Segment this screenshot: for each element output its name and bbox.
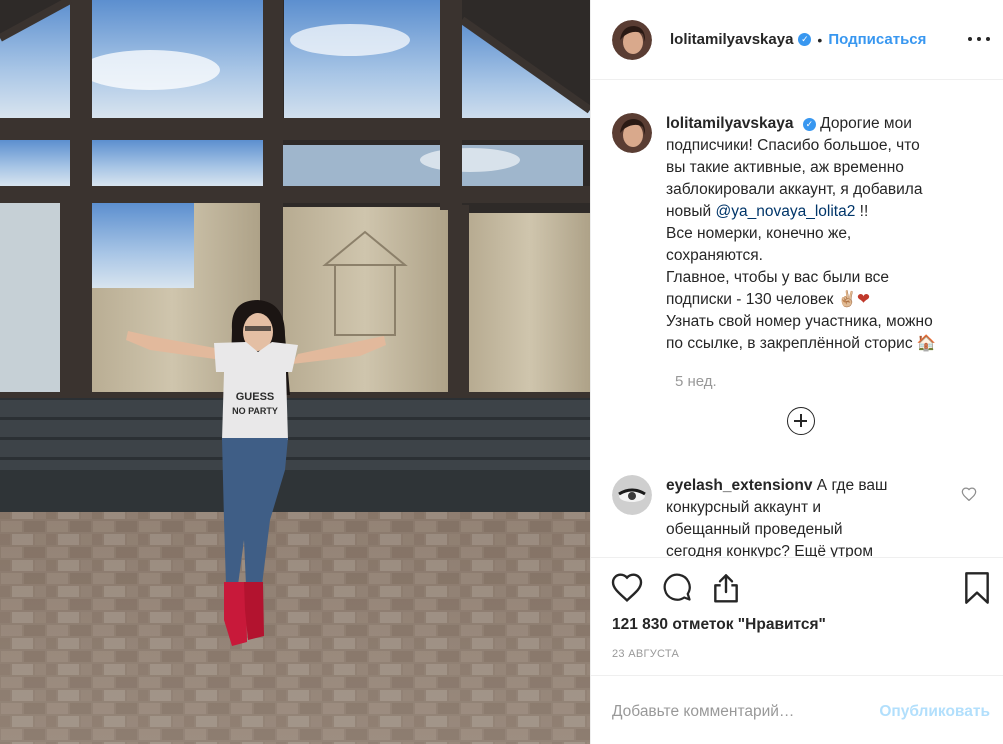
caption-line: Все номерки, конечно же, xyxy=(666,225,852,242)
comment-input[interactable] xyxy=(612,698,852,726)
comment-text: eyelash_extensionv А где ваш конкурсный … xyxy=(666,475,936,557)
add-comment-bar: Опубликовать xyxy=(591,675,1003,744)
comment-line: обещанный проведеный xyxy=(666,521,843,538)
caption-username[interactable]: lolitamilyavskaya xyxy=(666,115,794,132)
comment-item: eyelash_extensionv А где ваш конкурсный … xyxy=(612,475,992,557)
mention-link[interactable]: @ya_novaya_lolita2 xyxy=(716,203,856,220)
post-photo[interactable]: GUESS NO PARTY xyxy=(0,0,590,744)
post-caption: lolitamilyavskaya ✓ Дорогие мои подписчи… xyxy=(612,113,992,355)
caption-line: Главное, чтобы у вас были все xyxy=(666,269,890,286)
caption-line: заблокировали аккаунт, я добавила xyxy=(666,181,923,198)
likes-count[interactable]: 121 830 отметок "Нравится" xyxy=(612,616,826,634)
caption-text: lolitamilyavskaya ✓ Дорогие мои подписчи… xyxy=(666,113,992,355)
author-username[interactable]: lolitamilyavskaya xyxy=(670,31,793,48)
comment-line: конкурсный аккаунт и xyxy=(666,499,822,516)
post-date[interactable]: 23 августа xyxy=(612,648,679,660)
commenter-username[interactable]: eyelash_extensionv xyxy=(666,477,812,494)
caption-line: подписчики! Спасибо большое, что xyxy=(666,137,920,154)
caption-time-ago[interactable]: 5 нед. xyxy=(675,373,717,390)
caption-line: сохраняются. xyxy=(666,247,763,264)
caption-line: вы такие активные, аж временно xyxy=(666,159,904,176)
comment-line: сегодня конкурс? Ещё утром xyxy=(666,543,873,557)
heart-icon[interactable] xyxy=(611,572,643,602)
publish-button[interactable]: Опубликовать xyxy=(879,703,990,721)
caption-line: !! xyxy=(859,203,869,220)
caption-avatar[interactable] xyxy=(612,113,652,153)
verified-badge-icon: ✓ xyxy=(798,33,812,46)
more-dots-icon[interactable] xyxy=(968,28,990,50)
photo-illustration: GUESS NO PARTY xyxy=(0,0,590,744)
post-actions: 121 830 отметок "Нравится" 23 августа xyxy=(591,557,1003,675)
caption-line: новый xyxy=(666,203,712,220)
caption-line: по ссылке, в закреплённой сторис xyxy=(666,335,913,352)
house-emoji: 🏠 xyxy=(916,335,937,352)
caption-line: Узнать свой номер участника, можно xyxy=(666,313,933,330)
comment-line: А где ваш xyxy=(816,477,888,494)
header-separator: • xyxy=(817,31,823,48)
follow-button[interactable]: Подписаться xyxy=(828,31,926,48)
commenter-avatar[interactable] xyxy=(612,475,652,515)
post-header: lolitamilyavskaya ✓ • Подписаться xyxy=(591,0,1003,80)
post-sidebar: lolitamilyavskaya ✓ • Подписаться lolita… xyxy=(590,0,1003,744)
svg-text:NO PARTY: NO PARTY xyxy=(232,406,278,416)
emoji-hearts: ✌🏼❤ xyxy=(837,291,870,308)
svg-text:GUESS: GUESS xyxy=(236,391,275,403)
author-avatar[interactable] xyxy=(612,19,652,60)
bookmark-icon[interactable] xyxy=(963,572,991,604)
share-icon[interactable] xyxy=(710,572,742,604)
comments-area[interactable]: lolitamilyavskaya ✓ Дорогие мои подписчи… xyxy=(591,81,1003,557)
caption-line: подписки - 130 человек xyxy=(666,291,834,308)
small-heart-icon[interactable] xyxy=(961,487,977,501)
verified-badge-icon: ✓ xyxy=(802,118,816,131)
comment-icon[interactable] xyxy=(661,572,693,602)
plus-circle-icon[interactable] xyxy=(787,407,815,435)
caption-line: Дорогие мои xyxy=(820,115,912,132)
